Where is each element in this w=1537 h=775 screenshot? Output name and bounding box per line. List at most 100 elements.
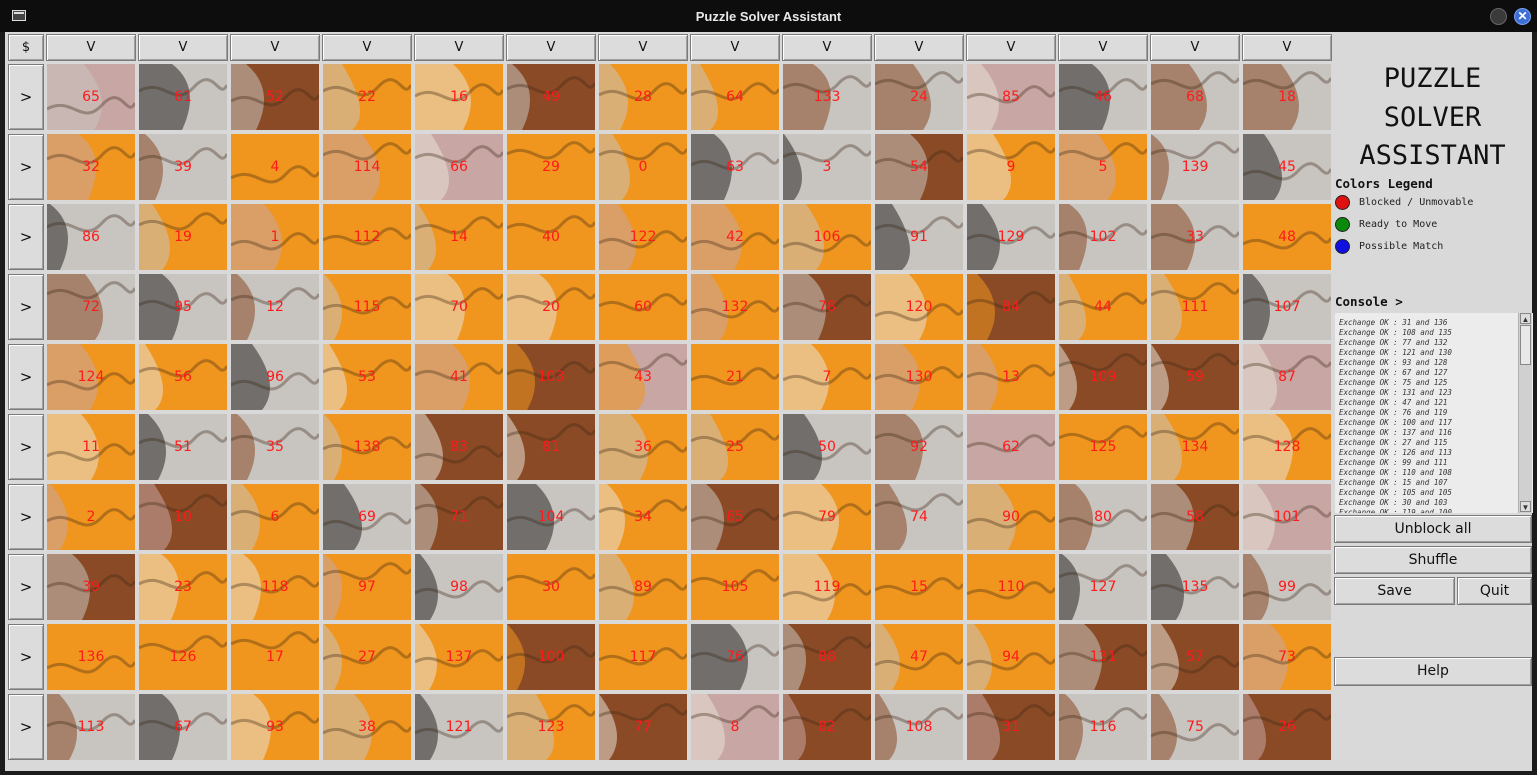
puzzle-tile[interactable]: 125 xyxy=(1059,414,1147,480)
puzzle-tile[interactable]: 117 xyxy=(599,624,687,690)
puzzle-tile[interactable]: 88 xyxy=(783,624,871,690)
puzzle-tile[interactable]: 72 xyxy=(47,274,135,340)
puzzle-tile[interactable]: 82 xyxy=(783,694,871,760)
column-3-button[interactable]: V xyxy=(322,34,412,61)
row-0-button[interactable]: > xyxy=(8,64,44,130)
puzzle-tile[interactable]: 131 xyxy=(1059,624,1147,690)
puzzle-tile[interactable]: 27 xyxy=(323,624,411,690)
puzzle-tile[interactable]: 10 xyxy=(139,484,227,550)
puzzle-tile[interactable]: 11 xyxy=(47,414,135,480)
puzzle-tile[interactable]: 116 xyxy=(1059,694,1147,760)
puzzle-tile[interactable]: 47 xyxy=(875,624,963,690)
puzzle-tile[interactable]: 15 xyxy=(875,554,963,620)
row-9-button[interactable]: > xyxy=(8,694,44,760)
puzzle-tile[interactable]: 28 xyxy=(599,64,687,130)
puzzle-tile[interactable]: 44 xyxy=(1059,274,1147,340)
puzzle-tile[interactable]: 32 xyxy=(47,134,135,200)
column-6-button[interactable]: V xyxy=(598,34,688,61)
puzzle-tile[interactable]: 65 xyxy=(691,484,779,550)
puzzle-tile[interactable]: 114 xyxy=(323,134,411,200)
puzzle-tile[interactable]: 121 xyxy=(415,694,503,760)
puzzle-tile[interactable]: 50 xyxy=(783,414,871,480)
puzzle-tile[interactable]: 129 xyxy=(967,204,1055,270)
puzzle-tile[interactable]: 81 xyxy=(507,414,595,480)
quit-button[interactable]: Quit xyxy=(1457,577,1532,605)
puzzle-tile[interactable]: 135 xyxy=(1151,554,1239,620)
puzzle-tile[interactable]: 65 xyxy=(47,64,135,130)
corner-button[interactable]: $ xyxy=(8,34,44,61)
puzzle-tile[interactable]: 34 xyxy=(599,484,687,550)
puzzle-tile[interactable]: 64 xyxy=(691,64,779,130)
puzzle-tile[interactable]: 96 xyxy=(231,344,319,410)
puzzle-tile[interactable]: 40 xyxy=(507,204,595,270)
puzzle-tile[interactable]: 99 xyxy=(1243,554,1331,620)
puzzle-tile[interactable]: 109 xyxy=(1059,344,1147,410)
puzzle-tile[interactable]: 60 xyxy=(599,274,687,340)
puzzle-tile[interactable]: 66 xyxy=(415,134,503,200)
scroll-down-icon[interactable]: ▼ xyxy=(1520,501,1531,512)
puzzle-tile[interactable]: 80 xyxy=(1059,484,1147,550)
column-12-button[interactable]: V xyxy=(1150,34,1240,61)
unblock-all-button[interactable]: Unblock all xyxy=(1334,515,1532,543)
puzzle-tile[interactable]: 112 xyxy=(323,204,411,270)
puzzle-tile[interactable]: 79 xyxy=(783,484,871,550)
puzzle-tile[interactable]: 76 xyxy=(691,624,779,690)
puzzle-tile[interactable]: 95 xyxy=(139,274,227,340)
puzzle-tile[interactable]: 90 xyxy=(967,484,1055,550)
puzzle-tile[interactable]: 14 xyxy=(415,204,503,270)
puzzle-tile[interactable]: 137 xyxy=(415,624,503,690)
puzzle-tile[interactable]: 101 xyxy=(1243,484,1331,550)
console-log[interactable]: Exchange OK : 31 and 136 Exchange OK : 10… xyxy=(1335,313,1533,513)
puzzle-tile[interactable]: 30 xyxy=(507,554,595,620)
puzzle-tile[interactable]: 110 xyxy=(967,554,1055,620)
puzzle-tile[interactable]: 113 xyxy=(47,694,135,760)
puzzle-tile[interactable]: 128 xyxy=(1243,414,1331,480)
column-8-button[interactable]: V xyxy=(782,34,872,61)
puzzle-tile[interactable]: 73 xyxy=(1243,624,1331,690)
puzzle-tile[interactable]: 139 xyxy=(1151,134,1239,200)
scroll-up-icon[interactable]: ▲ xyxy=(1520,313,1531,324)
row-5-button[interactable]: > xyxy=(8,414,44,480)
puzzle-tile[interactable]: 100 xyxy=(507,624,595,690)
puzzle-tile[interactable]: 16 xyxy=(415,64,503,130)
puzzle-tile[interactable]: 35 xyxy=(231,414,319,480)
help-button[interactable]: Help xyxy=(1334,657,1532,686)
puzzle-tile[interactable]: 68 xyxy=(1151,64,1239,130)
puzzle-tile[interactable]: 43 xyxy=(599,344,687,410)
puzzle-tile[interactable]: 33 xyxy=(1151,204,1239,270)
puzzle-tile[interactable]: 53 xyxy=(323,344,411,410)
row-4-button[interactable]: > xyxy=(8,344,44,410)
puzzle-tile[interactable]: 98 xyxy=(415,554,503,620)
column-0-button[interactable]: V xyxy=(46,34,136,61)
row-7-button[interactable]: > xyxy=(8,554,44,620)
column-5-button[interactable]: V xyxy=(506,34,596,61)
row-3-button[interactable]: > xyxy=(8,274,44,340)
puzzle-tile[interactable]: 3 xyxy=(783,134,871,200)
column-7-button[interactable]: V xyxy=(690,34,780,61)
puzzle-tile[interactable]: 106 xyxy=(783,204,871,270)
puzzle-tile[interactable]: 42 xyxy=(691,204,779,270)
puzzle-tile[interactable]: 77 xyxy=(599,694,687,760)
puzzle-tile[interactable]: 75 xyxy=(1151,694,1239,760)
row-1-button[interactable]: > xyxy=(8,134,44,200)
puzzle-tile[interactable]: 111 xyxy=(1151,274,1239,340)
puzzle-tile[interactable]: 115 xyxy=(323,274,411,340)
puzzle-tile[interactable]: 83 xyxy=(415,414,503,480)
puzzle-tile[interactable]: 17 xyxy=(231,624,319,690)
puzzle-tile[interactable]: 107 xyxy=(1243,274,1331,340)
puzzle-tile[interactable]: 85 xyxy=(967,64,1055,130)
column-10-button[interactable]: V xyxy=(966,34,1056,61)
puzzle-tile[interactable]: 97 xyxy=(323,554,411,620)
puzzle-tile[interactable]: 63 xyxy=(691,134,779,200)
puzzle-tile[interactable]: 123 xyxy=(507,694,595,760)
puzzle-tile[interactable]: 102 xyxy=(1059,204,1147,270)
puzzle-tile[interactable]: 84 xyxy=(967,274,1055,340)
puzzle-tile[interactable]: 92 xyxy=(875,414,963,480)
puzzle-tile[interactable]: 18 xyxy=(1243,64,1331,130)
puzzle-tile[interactable]: 13 xyxy=(967,344,1055,410)
puzzle-tile[interactable]: 108 xyxy=(875,694,963,760)
puzzle-tile[interactable]: 119 xyxy=(783,554,871,620)
puzzle-tile[interactable]: 105 xyxy=(691,554,779,620)
puzzle-tile[interactable]: 133 xyxy=(783,64,871,130)
puzzle-tile[interactable]: 26 xyxy=(1243,694,1331,760)
